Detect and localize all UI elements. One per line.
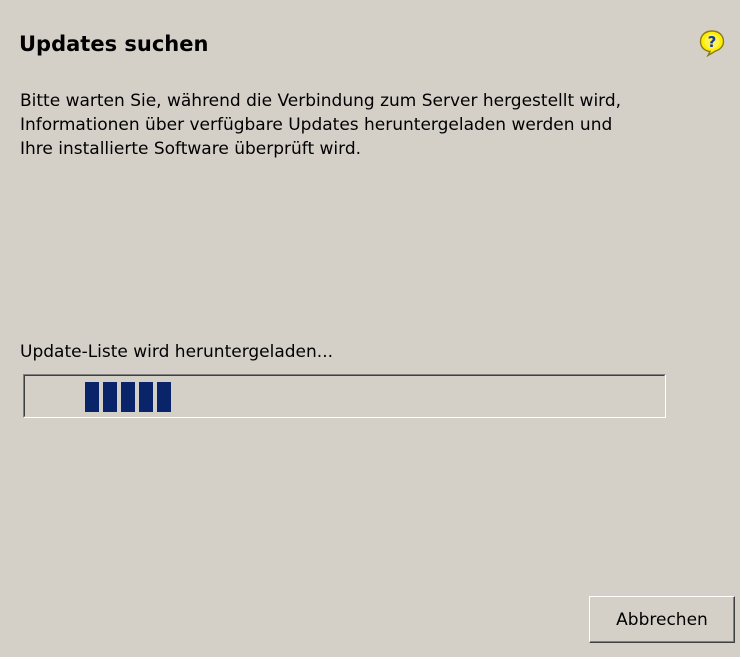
update-dialog: Updates suchen ? Bitte warten Sie, währe…: [0, 0, 742, 659]
svg-text:?: ?: [708, 33, 717, 51]
description-line: Informationen über verfügbare Updates he…: [20, 115, 613, 135]
dialog-title: Updates suchen: [19, 32, 209, 56]
progress-block: [103, 382, 117, 412]
progress-block: [157, 382, 171, 412]
progress-status-text: Update-Liste wird heruntergeladen...: [20, 342, 334, 362]
dialog-description: Bitte warten Sie, während die Verbindung…: [20, 89, 720, 161]
progress-track: [24, 375, 665, 417]
progress-block: [139, 382, 153, 412]
progress-block: [85, 382, 99, 412]
progress-block: [121, 382, 135, 412]
description-line: Ihre installierte Software überprüft wir…: [20, 139, 362, 159]
description-line: Bitte warten Sie, während die Verbindung…: [20, 91, 622, 111]
help-question-icon[interactable]: ?: [698, 29, 726, 57]
cancel-button[interactable]: Abbrechen: [589, 596, 735, 643]
progress-bar: [23, 374, 666, 418]
